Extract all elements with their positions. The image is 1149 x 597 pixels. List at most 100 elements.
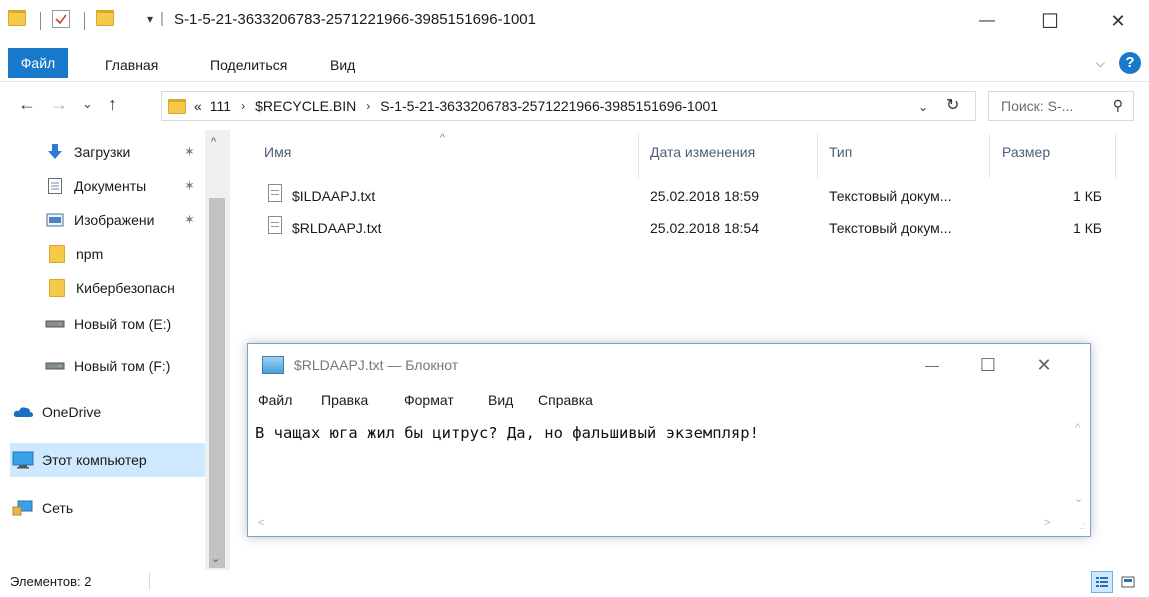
sidebar-item-label: Документы <box>74 178 147 194</box>
search-input[interactable]: Поиск: S-... ⚲ <box>988 91 1134 121</box>
computer-icon <box>12 451 34 469</box>
sidebar-item-this-pc[interactable]: Этот компьютер <box>10 443 205 477</box>
menu-help[interactable]: Справка <box>538 392 593 408</box>
items-count: Элементов: 2 <box>10 574 92 589</box>
notepad-maximize-button[interactable]: ☐ <box>968 352 1008 378</box>
column-divider[interactable] <box>989 134 990 178</box>
tab-file[interactable]: Файл <box>8 48 68 78</box>
file-type: Текстовый докум... <box>829 188 952 204</box>
new-folder-icon[interactable] <box>96 10 114 26</box>
properties-icon[interactable] <box>52 10 70 28</box>
column-divider[interactable] <box>638 134 639 178</box>
folder-icon <box>46 245 68 263</box>
search-placeholder: Поиск: S-... <box>1001 98 1074 114</box>
menu-format[interactable]: Формат <box>404 392 454 408</box>
sidebar-item-drive-f[interactable]: Новый том (F:) <box>0 349 205 383</box>
sort-ascending-icon: ^ <box>440 132 446 144</box>
notepad-window[interactable]: $RLDAAPJ.txt — Блокнот — ☐ ✕ Файл Правка… <box>247 343 1091 537</box>
title-bar: ▾ | S-1-5-21-3633206783-2571221966-39851… <box>0 0 1149 42</box>
window-title: S-1-5-21-3633206783-2571221966-398515169… <box>174 11 536 28</box>
minimize-button[interactable]: — <box>967 6 1007 36</box>
scroll-down-icon[interactable]: ⌄ <box>211 552 220 565</box>
tab-share[interactable]: Поделиться <box>210 52 287 78</box>
pin-icon[interactable]: ✶ <box>184 178 195 194</box>
notepad-minimize-button[interactable]: — <box>912 352 952 378</box>
sidebar-item-pictures[interactable]: Изображени ✶ <box>0 203 205 237</box>
search-icon[interactable]: ⚲ <box>1113 97 1123 114</box>
ribbon-tabs: Файл Главная Поделиться Вид ⌵ ? <box>0 42 1149 82</box>
onedrive-icon <box>12 403 34 421</box>
file-list-header: ^ Имя Дата изменения Тип Размер <box>250 130 1130 178</box>
address-bar[interactable]: « 111 › $RECYCLE.BIN › S-1-5-21-36332067… <box>161 91 976 121</box>
folder-icon <box>168 98 186 114</box>
scroll-up-icon[interactable]: ^ <box>211 136 216 148</box>
download-icon <box>44 143 66 161</box>
menu-view[interactable]: Вид <box>488 392 513 408</box>
breadcrumb-item[interactable]: 111 <box>210 98 231 114</box>
notepad-icon <box>262 356 284 374</box>
column-header-type[interactable]: Тип <box>829 144 852 160</box>
sidebar-item-label: Новый том (E:) <box>74 316 172 332</box>
quick-access-dropdown[interactable]: ▾ <box>147 12 153 26</box>
recent-locations-button[interactable]: ⌄ <box>82 96 93 112</box>
file-row[interactable]: $ILDAAPJ.txt 25.02.2018 18:59 Текстовый … <box>250 180 1130 214</box>
sidebar-item-label: Этот компьютер <box>42 452 147 468</box>
file-modified: 25.02.2018 18:59 <box>650 188 759 204</box>
sidebar-item-documents[interactable]: Документы ✶ <box>0 169 205 203</box>
status-bar: Элементов: 2 <box>0 567 1149 597</box>
pin-icon[interactable]: ✶ <box>184 144 195 160</box>
breadcrumb-item[interactable]: $RECYCLE.BIN <box>255 98 356 114</box>
tab-view[interactable]: Вид <box>330 52 355 78</box>
sidebar-scrollbar-thumb[interactable] <box>209 198 225 568</box>
close-button[interactable]: ✕ <box>1098 6 1138 36</box>
forward-button[interactable]: → <box>50 94 68 115</box>
large-icons-view-icon[interactable] <box>1117 571 1139 593</box>
resize-grip-icon[interactable]: .: <box>1080 521 1085 531</box>
scroll-left-icon[interactable]: < <box>258 517 264 529</box>
up-button[interactable]: ↑ <box>108 94 117 115</box>
file-row[interactable]: $RLDAAPJ.txt 25.02.2018 18:54 Текстовый … <box>250 212 1130 246</box>
column-header-date[interactable]: Дата изменения <box>650 144 755 160</box>
ribbon-expand-icon[interactable]: ⌵ <box>1096 56 1105 71</box>
column-header-size[interactable]: Размер <box>1002 144 1050 160</box>
breadcrumb-separator[interactable]: › <box>366 99 370 113</box>
sidebar-item-network[interactable]: Сеть <box>0 491 205 525</box>
file-size: 1 КБ <box>1072 220 1102 236</box>
menu-file[interactable]: Файл <box>258 392 292 408</box>
scroll-down-icon[interactable]: ⌄ <box>1074 492 1083 505</box>
sidebar-item-drive-e[interactable]: Новый том (E:) <box>0 307 205 341</box>
title-separator: | <box>160 10 164 27</box>
column-header-name[interactable]: Имя <box>264 144 291 160</box>
scroll-up-icon[interactable]: ^ <box>1075 422 1080 434</box>
notepad-close-button[interactable]: ✕ <box>1024 352 1064 378</box>
menu-edit[interactable]: Правка <box>321 392 368 408</box>
column-divider[interactable] <box>1115 134 1116 178</box>
scroll-right-icon[interactable]: > <box>1044 517 1050 529</box>
notepad-vertical-scrollbar[interactable]: ^ ⌄ <box>1071 420 1088 512</box>
sidebar-item-npm[interactable]: npm <box>0 237 205 271</box>
refresh-icon[interactable]: ↻ <box>946 95 959 115</box>
sidebar-item-label: Сеть <box>42 500 74 516</box>
notepad-text-area[interactable]: В чащах юга жил бы цитрус? Да, но фальши… <box>248 418 1090 536</box>
sidebar-item-onedrive[interactable]: OneDrive <box>0 395 205 429</box>
sidebar-item-cybersecurity[interactable]: Кибербезопасн <box>0 271 205 305</box>
notepad-content[interactable]: В чащах юга жил бы цитрус? Да, но фальши… <box>255 424 759 442</box>
maximize-button[interactable]: ☐ <box>1030 6 1070 36</box>
address-dropdown-icon[interactable]: ⌄ <box>918 100 928 114</box>
sidebar-item-downloads[interactable]: Загрузки ✶ <box>0 135 205 169</box>
qa-separator <box>40 12 41 30</box>
breadcrumb-overflow[interactable]: « <box>194 98 202 114</box>
file-modified: 25.02.2018 18:54 <box>650 220 759 236</box>
details-view-icon[interactable] <box>1091 571 1113 593</box>
breadcrumb-separator[interactable]: › <box>241 99 245 113</box>
tab-home[interactable]: Главная <box>105 52 158 78</box>
notepad-title-bar[interactable]: $RLDAAPJ.txt — Блокнот — ☐ ✕ <box>248 344 1090 386</box>
file-type: Текстовый докум... <box>829 220 952 236</box>
notepad-menu-bar: Файл Правка Формат Вид Справка <box>248 386 1090 414</box>
column-divider[interactable] <box>817 134 818 178</box>
breadcrumb-item[interactable]: S-1-5-21-3633206783-2571221966-398515169… <box>380 98 718 114</box>
back-button[interactable]: ← <box>18 94 36 115</box>
notepad-horizontal-scrollbar[interactable]: < > <box>250 516 1068 533</box>
pin-icon[interactable]: ✶ <box>184 212 195 228</box>
help-icon[interactable]: ? <box>1119 52 1141 74</box>
